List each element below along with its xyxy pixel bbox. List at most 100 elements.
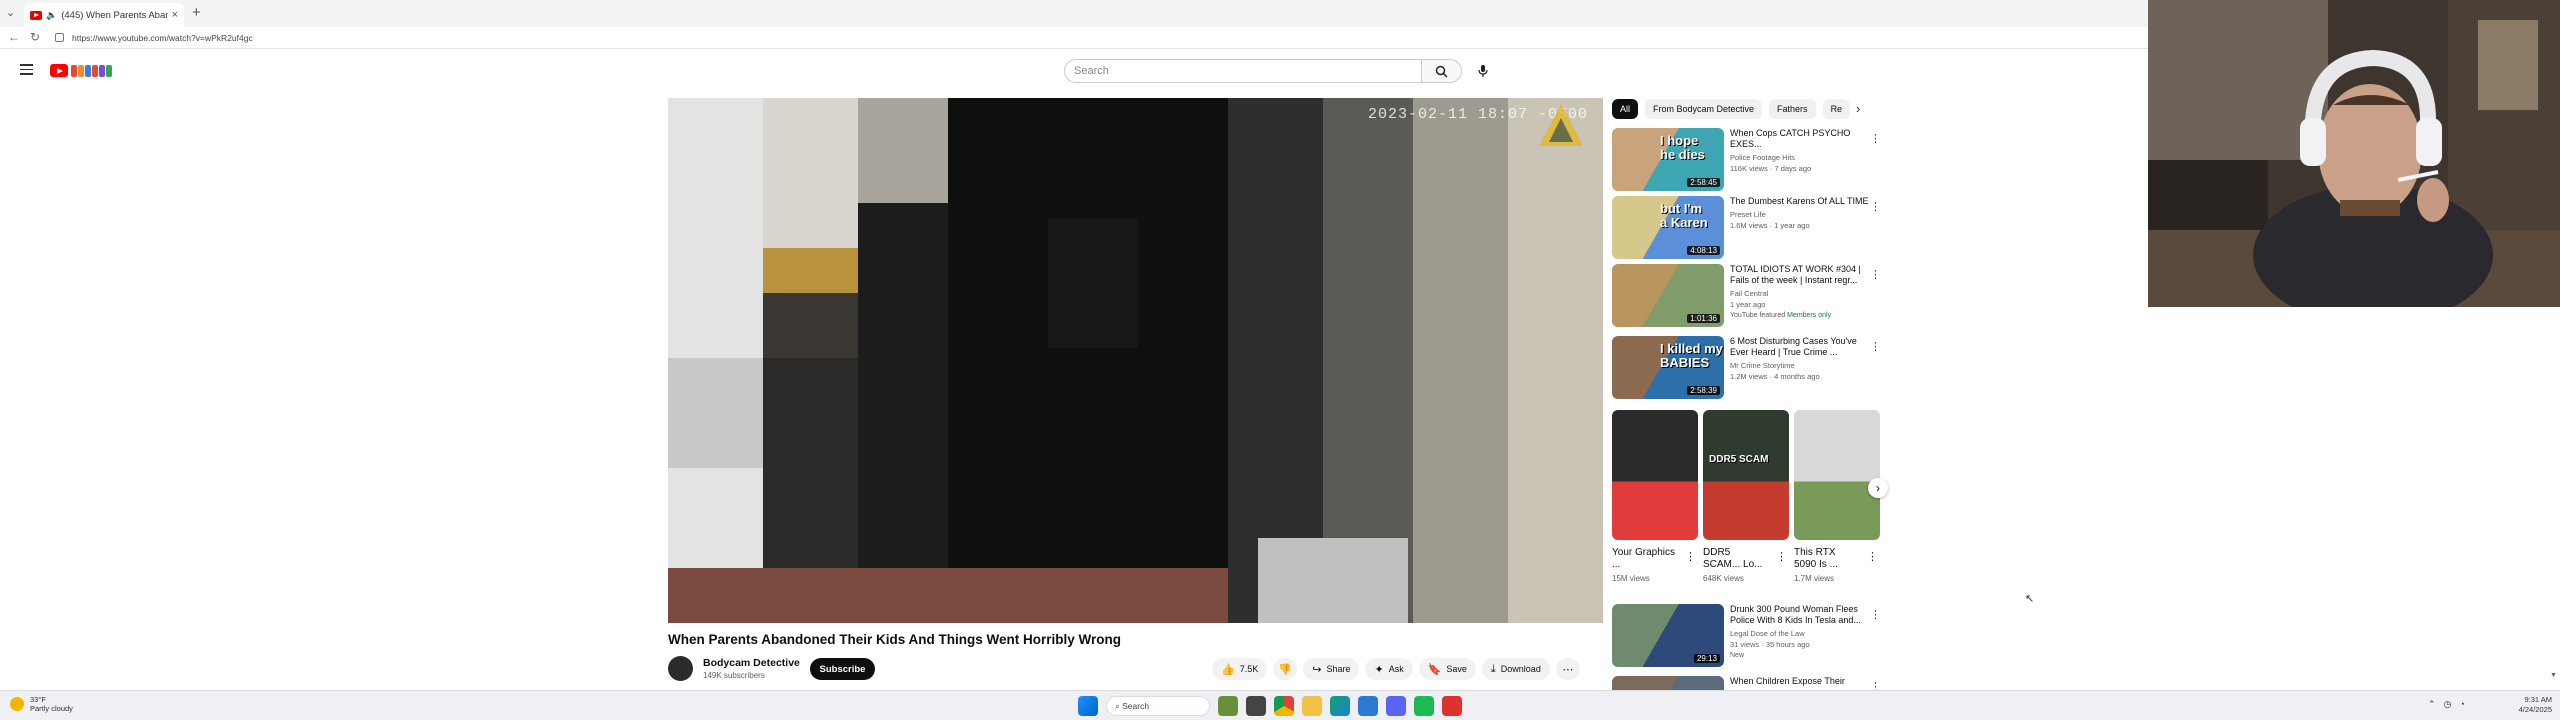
short-title[interactable]: This RTX 5090 Is ... — [1794, 547, 1860, 571]
short-item[interactable]: Your Graphics ... 15M views ⋮ — [1612, 410, 1698, 583]
volume-icon[interactable]: ◔ — [2459, 699, 2464, 710]
recommendation-title[interactable]: The Dumbest Karens Of ALL TIME — [1730, 196, 1875, 207]
speaker-icon[interactable]: 🔈 — [46, 10, 57, 21]
video-thumbnail[interactable]: I hope he dies 2:58:45 — [1612, 128, 1724, 191]
new-tab-button[interactable]: + — [192, 4, 201, 21]
chrome-icon[interactable] — [1274, 696, 1294, 716]
recommendation-title[interactable]: Drunk 300 Pound Woman Flees Police With … — [1730, 604, 1875, 626]
download-button[interactable]: ⤓ Download — [1481, 658, 1550, 680]
more-vertical-icon[interactable]: ⋮ — [1776, 550, 1787, 563]
recommendation-title[interactable]: When Children Expose Their — [1730, 676, 1875, 687]
youtube-logo[interactable] — [50, 64, 112, 77]
chevron-right-icon: › — [1876, 481, 1880, 495]
reload-icon[interactable]: ↻ — [30, 30, 40, 44]
edge-icon[interactable] — [1330, 696, 1350, 716]
microphone-icon — [1478, 65, 1488, 77]
mouse-cursor-icon: ↖ — [2025, 593, 2035, 605]
filter-chip[interactable]: From Bodycam Detective — [1645, 99, 1763, 119]
widgets-icon[interactable] — [1218, 696, 1238, 716]
short-title[interactable]: Your Graphics ... — [1612, 547, 1678, 571]
recommendation-item[interactable]: I hope he dies 2:58:45 When Cops CATCH PSYC… — [1612, 128, 1882, 192]
file-explorer-icon[interactable] — [1302, 696, 1322, 716]
store-icon[interactable] — [1358, 696, 1378, 716]
share-label: Share — [1326, 664, 1351, 674]
short-item[interactable]: DDR5 SCAM DDR5 SCAM... Lo... 648K views ⋮ — [1703, 410, 1789, 583]
youtube-favicon-icon — [30, 10, 42, 20]
back-arrow-icon[interactable]: ← — [8, 30, 20, 44]
filter-chip[interactable]: Re — [1822, 99, 1851, 119]
subscriber-count: 149K subscribers — [703, 671, 765, 680]
more-vertical-icon[interactable]: ⋮ — [1870, 608, 1881, 621]
short-thumbnail[interactable]: DDR5 SCAM — [1703, 410, 1789, 540]
recommendation-channel[interactable]: Preset Life — [1730, 210, 1875, 219]
more-vertical-icon[interactable]: ⋮ — [1870, 132, 1881, 145]
tray-chevron-icon[interactable]: ⌃ — [2428, 699, 2436, 710]
short-item[interactable]: This RTX 5090 Is ... 1.7M views ⋮ — [1794, 410, 1880, 583]
save-button[interactable]: 🔖 Save — [1418, 658, 1476, 680]
task-view-icon[interactable] — [1246, 696, 1266, 716]
channel-name[interactable]: Bodycam Detective — [703, 657, 800, 669]
recommendation-item[interactable]: but I'm a Karen 4:08:13 The Dumbest Karens … — [1612, 196, 1882, 260]
short-thumbnail[interactable] — [1612, 410, 1698, 540]
url-field[interactable]: https://www.youtube.com/watch?v=wPkR2uf4… — [72, 33, 253, 43]
taskbar-search[interactable]: ⌕ Search — [1106, 696, 1210, 716]
dislike-button[interactable]: 👎 — [1273, 658, 1298, 680]
close-tab-icon[interactable]: × — [172, 9, 178, 21]
network-icon[interactable]: ◷ — [2444, 699, 2452, 710]
more-vertical-icon[interactable]: ⋮ — [1870, 268, 1881, 281]
tab-list-chevron-icon[interactable]: ⌄ — [6, 6, 15, 19]
recommendation-title[interactable]: When Cops CATCH PSYCHO EXES... — [1730, 128, 1875, 150]
ask-button[interactable]: ✦ Ask — [1365, 658, 1413, 680]
recommendation-title[interactable]: 6 Most Disturbing Cases You've Ever Hear… — [1730, 336, 1875, 358]
recommendation-item[interactable]: 1:01:36 TOTAL IDIOTS AT WORK #304 | Fails… — [1612, 264, 1882, 328]
system-tray: ⌃ ◷ ◔ — [2428, 699, 2465, 710]
chips-next-arrow-icon[interactable]: › — [1856, 101, 1860, 116]
short-thumbnail[interactable] — [1794, 410, 1880, 540]
video-player[interactable]: 2023-02-11 18:07 -0500 — [668, 98, 1603, 623]
menu-icon[interactable] — [20, 64, 33, 78]
more-vertical-icon[interactable]: ⋮ — [1870, 200, 1881, 213]
clock[interactable]: 9:31 AM 4/24/2025 — [2500, 695, 2552, 715]
discord-icon[interactable] — [1386, 696, 1406, 716]
search-button[interactable] — [1422, 59, 1462, 83]
video-thumbnail[interactable]: 29:13 — [1612, 604, 1724, 667]
thumbnail-caption: but I'm a Karen — [1660, 201, 1708, 230]
short-title[interactable]: DDR5 SCAM... Lo... — [1703, 547, 1769, 571]
scroll-down-arrow-icon[interactable]: ▼ — [2550, 672, 2557, 679]
recording-app-icon[interactable] — [1442, 696, 1462, 716]
filter-chip[interactable]: Fathers — [1769, 99, 1816, 119]
voice-search-button[interactable] — [1471, 59, 1495, 83]
like-count: 7.5K — [1239, 664, 1259, 674]
recommendation-item[interactable]: 29:13 Drunk 300 Pound Woman Flees Police … — [1612, 604, 1882, 668]
recommendation-channel[interactable]: Mr Crime Storytime — [1730, 361, 1875, 370]
recommendation-channel[interactable]: Fail Central — [1730, 289, 1875, 298]
weather-widget[interactable]: 33°F Partly cloudy — [10, 695, 73, 713]
subscribe-button[interactable]: Subscribe — [810, 658, 875, 680]
recommendation-channel[interactable]: Police Footage Hits — [1730, 153, 1875, 162]
address-bar: ← ↻ https://www.youtube.com/watch?v=wPkR… — [0, 27, 2148, 49]
like-button[interactable]: 👍 7.5K — [1212, 658, 1268, 680]
spotify-icon[interactable] — [1414, 696, 1434, 716]
search-input[interactable]: Search — [1064, 59, 1422, 83]
share-button[interactable]: ↪ Share — [1303, 658, 1360, 680]
taskbar-search-label: Search — [1122, 701, 1150, 711]
download-label: Download — [1500, 664, 1541, 674]
more-actions-button[interactable]: ⋯ — [1555, 658, 1580, 680]
windows-start-icon[interactable] — [1078, 696, 1098, 716]
more-vertical-icon[interactable]: ⋮ — [1685, 550, 1696, 563]
recommendation-channel[interactable]: Legal Dose of the Law — [1730, 629, 1875, 638]
more-vertical-icon[interactable]: ⋮ — [1870, 340, 1881, 353]
video-thumbnail[interactable]: but I'm a Karen 4:08:13 — [1612, 196, 1724, 259]
more-vertical-icon[interactable]: ⋮ — [1867, 550, 1878, 563]
site-info-icon[interactable] — [55, 33, 64, 42]
video-thumbnail[interactable]: I killed my BABIES 2:58:39 — [1612, 336, 1724, 399]
video-thumbnail[interactable]: 1:01:36 — [1612, 264, 1724, 327]
tab-title: (445) When Parents Abando — [61, 9, 167, 21]
recommendation-title[interactable]: TOTAL IDIOTS AT WORK #304 | Fails of the… — [1730, 264, 1875, 286]
browser-tab[interactable]: 🔈 (445) When Parents Abando × — [24, 3, 184, 27]
filter-chip[interactable]: All — [1612, 99, 1639, 119]
channel-avatar[interactable] — [668, 656, 693, 681]
recommendation-item[interactable]: I killed my BABIES 2:58:39 6 Most Disturbin… — [1612, 336, 1882, 400]
members-only-badge: Members only — [1787, 312, 1832, 319]
shorts-next-button[interactable]: › — [1868, 478, 1888, 498]
